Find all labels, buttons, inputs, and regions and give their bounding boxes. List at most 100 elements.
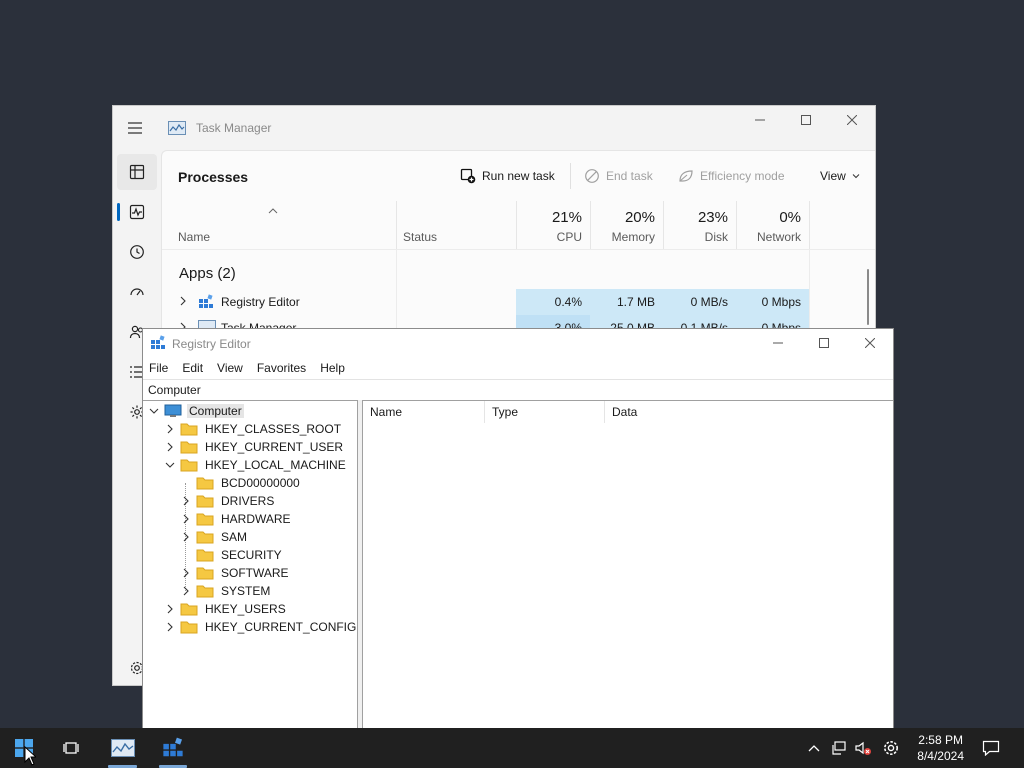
column-header-name[interactable]: Name xyxy=(162,201,396,249)
chevron-down-icon[interactable] xyxy=(148,405,160,417)
column-memory-label: Memory xyxy=(611,230,655,244)
notifications-button[interactable] xyxy=(976,728,1006,768)
clock[interactable]: 2:58 PM 8/4/2024 xyxy=(917,732,964,764)
menu-help[interactable]: Help xyxy=(313,359,352,377)
tree-node-system[interactable]: SYSTEM xyxy=(180,582,272,600)
close-button[interactable] xyxy=(829,106,875,134)
tree-node-software[interactable]: SOFTWARE xyxy=(180,564,291,582)
chevron-right-icon[interactable] xyxy=(180,495,192,507)
command-bar: Processes Run new task End task Efficien… xyxy=(162,151,875,201)
run-new-task-button[interactable]: Run new task xyxy=(460,167,555,185)
chevron-down-icon xyxy=(852,173,860,179)
column-header-cpu[interactable]: 21% CPU xyxy=(516,201,590,249)
nav-item-processes[interactable] xyxy=(117,154,157,190)
folder-open-icon xyxy=(180,458,198,472)
task-view-button[interactable] xyxy=(52,728,92,768)
hamburger-menu-icon[interactable] xyxy=(127,121,143,135)
chevron-right-icon[interactable] xyxy=(180,513,192,525)
chevron-right-icon[interactable] xyxy=(164,423,176,435)
tree-label: DRIVERS xyxy=(221,494,275,508)
column-header-status[interactable]: Status xyxy=(396,201,516,249)
network-total-percent: 0% xyxy=(779,209,801,226)
folder-icon xyxy=(180,602,198,616)
process-network: 0 Mbps xyxy=(736,289,809,315)
volume-button[interactable] xyxy=(852,728,874,768)
chevron-right-icon[interactable] xyxy=(180,585,192,597)
tree-label: HARDWARE xyxy=(221,512,291,526)
tree-node-hkey-users[interactable]: HKEY_USERS xyxy=(164,600,288,618)
gear-icon xyxy=(882,739,900,757)
tree-label: HKEY_USERS xyxy=(205,602,286,616)
maximize-button[interactable] xyxy=(801,329,847,357)
show-hidden-icons-button[interactable] xyxy=(804,728,824,768)
folder-icon xyxy=(196,512,214,526)
address-bar[interactable]: Computer xyxy=(143,379,893,401)
chevron-right-icon[interactable] xyxy=(164,603,176,615)
settings-tray-button[interactable] xyxy=(878,728,904,768)
tree-node-hkey-current-user[interactable]: HKEY_CURRENT_USER xyxy=(164,438,345,456)
chevron-right-icon[interactable] xyxy=(180,567,192,579)
taskbar-registry-editor[interactable] xyxy=(153,728,193,768)
efficiency-mode-button[interactable]: Efficiency mode xyxy=(678,167,785,185)
close-button[interactable] xyxy=(847,329,893,357)
volume-muted-icon xyxy=(854,740,872,756)
task-manager-app-icon xyxy=(168,121,186,135)
process-memory: 1.7 MB xyxy=(590,289,663,315)
table-row[interactable]: Registry Editor 0.4% 1.7 MB 0 MB/s 0 Mbp… xyxy=(162,289,819,315)
memory-total-percent: 20% xyxy=(624,209,655,226)
clock-time: 2:58 PM xyxy=(918,733,963,747)
column-header-value-type[interactable]: Type xyxy=(485,401,605,423)
maximize-button[interactable] xyxy=(783,106,829,134)
column-header-disk[interactable]: 23% Disk xyxy=(663,201,736,249)
column-header-value-name[interactable]: Name xyxy=(363,401,485,423)
column-header-network[interactable]: 0% Network xyxy=(736,201,809,249)
tree-node-hkey-current-config[interactable]: HKEY_CURRENT_CONFIG xyxy=(164,618,358,636)
menu-file[interactable]: File xyxy=(143,359,175,377)
taskbar-task-manager[interactable] xyxy=(102,728,143,768)
nav-item-startup-apps[interactable] xyxy=(117,274,157,310)
chevron-right-icon[interactable] xyxy=(179,296,187,306)
clock-date: 8/4/2024 xyxy=(917,749,964,763)
tree-node-drivers[interactable]: DRIVERS xyxy=(180,492,276,510)
menu-view[interactable]: View xyxy=(210,359,250,377)
nav-item-performance[interactable] xyxy=(117,194,157,230)
view-dropdown-button[interactable]: View xyxy=(820,167,860,185)
column-header-memory[interactable]: 20% Memory xyxy=(590,201,663,249)
chevron-down-icon[interactable] xyxy=(164,459,176,471)
chevron-right-icon[interactable] xyxy=(164,621,176,633)
menu-edit[interactable]: Edit xyxy=(175,359,210,377)
nav-item-app-history[interactable] xyxy=(117,234,157,270)
processes-icon xyxy=(129,164,145,180)
tree-node-bcd00000000[interactable]: BCD00000000 xyxy=(180,474,302,492)
process-disk: 0 MB/s xyxy=(663,289,736,315)
registry-editor-titlebar[interactable]: Registry Editor xyxy=(143,329,893,357)
vertical-scrollbar[interactable] xyxy=(867,269,869,325)
minimize-button[interactable] xyxy=(737,106,783,134)
column-header-value-data[interactable]: Data xyxy=(605,401,755,423)
chevron-right-icon[interactable] xyxy=(164,441,176,453)
task-view-icon xyxy=(63,740,81,756)
tree-label: Computer xyxy=(187,404,244,418)
end-task-button[interactable]: End task xyxy=(584,167,653,185)
tree-node-hkey-classes-root[interactable]: HKEY_CLASSES_ROOT xyxy=(164,420,343,438)
tree-label: HKEY_CLASSES_ROOT xyxy=(205,422,342,436)
minimize-button[interactable] xyxy=(755,329,801,357)
values-pane[interactable]: Name Type Data xyxy=(362,400,893,729)
menu-favorites[interactable]: Favorites xyxy=(250,359,313,377)
view-label: View xyxy=(820,169,846,183)
tree-node-hkey-local-machine[interactable]: HKEY_LOCAL_MACHINE xyxy=(164,456,348,474)
speedometer-icon xyxy=(129,284,145,300)
tree-node-sam[interactable]: SAM xyxy=(180,528,249,546)
folder-icon xyxy=(180,620,198,634)
network-status-button[interactable] xyxy=(828,728,850,768)
task-manager-titlebar[interactable]: Task Manager xyxy=(113,106,875,150)
tree-node-hardware[interactable]: HARDWARE xyxy=(180,510,293,528)
folder-icon xyxy=(196,566,214,580)
column-headers: Name Status 21% CPU 20% Memory 23% Disk … xyxy=(162,201,875,250)
run-task-icon xyxy=(460,168,476,184)
tree-node-computer[interactable]: Computer xyxy=(148,402,244,420)
performance-icon xyxy=(129,204,145,220)
leaf-icon xyxy=(678,168,694,184)
chevron-right-icon[interactable] xyxy=(180,531,192,543)
tree-node-security[interactable]: SECURITY xyxy=(180,546,284,564)
